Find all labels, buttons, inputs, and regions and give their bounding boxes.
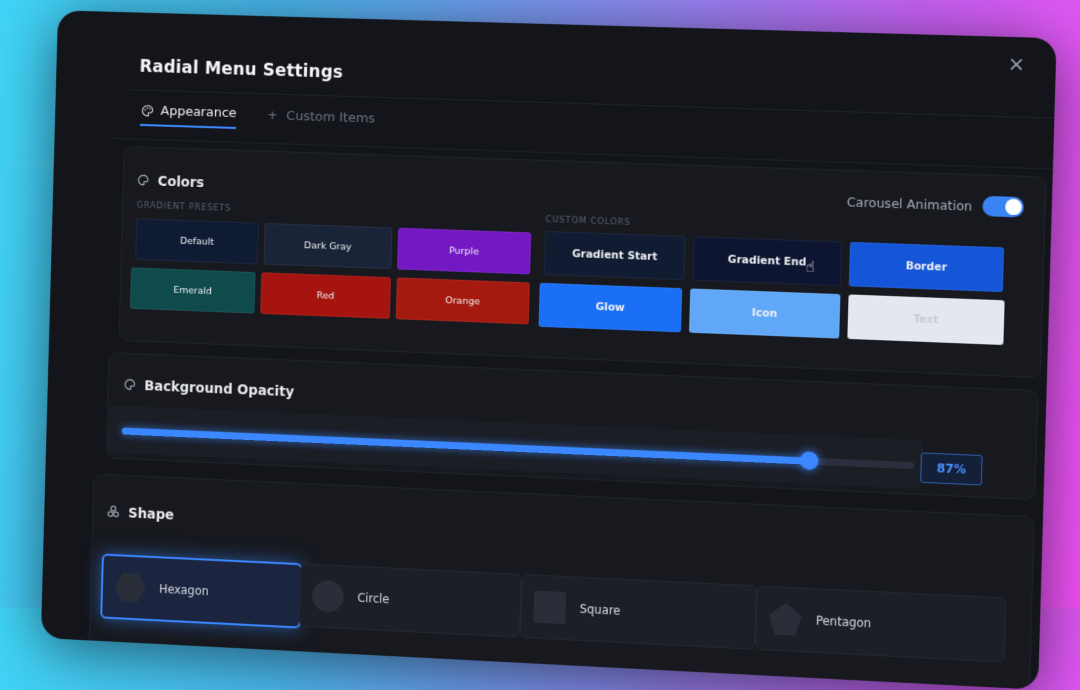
settings-dialog: Radial Menu Settings × Appearance + Cust… — [40, 10, 1057, 690]
tab-label: Custom Items — [286, 108, 376, 127]
carousel-animation-toggle[interactable] — [982, 195, 1025, 218]
custom-border[interactable]: Border — [848, 241, 1005, 293]
swatch-label: Red — [316, 289, 335, 302]
square-icon — [533, 590, 567, 625]
colors-panel: Colors Carousel Animation GRADIENT PRESE… — [118, 146, 1047, 379]
swatch-label: Glow — [595, 300, 625, 315]
hexagon-icon — [114, 571, 146, 604]
toggle-knob — [1005, 198, 1023, 216]
tab-label: Appearance — [160, 103, 237, 122]
opacity-title: Background Opacity — [144, 378, 295, 401]
close-icon: × — [1007, 51, 1026, 77]
shape-title: Shape — [128, 505, 175, 524]
shape-option-pentagon[interactable]: Pentagon — [755, 585, 1007, 663]
tab-appearance[interactable]: Appearance — [139, 103, 237, 129]
shape-option-square[interactable]: Square — [519, 573, 757, 650]
preset-default[interactable]: Default — [135, 218, 259, 265]
colors-title: Colors — [157, 173, 205, 192]
swatch-label: Border — [905, 260, 948, 274]
preset-purple[interactable]: Purple — [397, 227, 532, 275]
shape-label: Hexagon — [158, 581, 209, 599]
shape-option-hexagon[interactable]: Hexagon — [100, 553, 303, 629]
shape-label: Pentagon — [815, 613, 872, 631]
colors-heading: Colors — [137, 173, 204, 191]
custom-colors-label: CUSTOM COLORS — [545, 214, 631, 229]
opacity-slider-thumb[interactable] — [799, 451, 819, 471]
pentagon-icon — [769, 602, 802, 636]
swatch-label: Gradient Start — [571, 247, 658, 264]
tab-bar: Appearance + Custom Items — [139, 103, 375, 133]
carousel-animation-row: Carousel Animation — [846, 191, 1025, 218]
swatch-label: Icon — [751, 306, 778, 320]
custom-gradient-end[interactable]: Gradient End — [692, 236, 842, 287]
shape-option-circle[interactable]: Circle — [298, 563, 522, 638]
custom-icon[interactable]: Icon — [689, 288, 841, 339]
preset-emerald[interactable]: Emerald — [129, 267, 256, 314]
dialog-title: Radial Menu Settings — [139, 56, 344, 83]
shapes-icon — [107, 505, 120, 521]
swatch-label: Text — [912, 313, 939, 327]
carousel-animation-label: Carousel Animation — [846, 193, 973, 214]
swatch-label: Emerald — [173, 284, 212, 297]
opacity-heading: Background Opacity — [124, 377, 294, 400]
swatch-label: Default — [179, 235, 214, 248]
swatch-label: Purple — [448, 244, 480, 258]
gradient-presets-label: GRADIENT PRESETS — [136, 200, 232, 214]
plus-icon: + — [267, 108, 279, 124]
custom-text[interactable]: Text — [847, 294, 1005, 346]
preset-red[interactable]: Red — [260, 272, 391, 319]
swatch-label: Dark Gray — [303, 239, 352, 253]
swatch-label: Gradient End — [727, 253, 807, 269]
shape-label: Circle — [357, 590, 390, 607]
palette-icon — [124, 378, 136, 393]
close-button[interactable]: × — [1004, 51, 1029, 76]
opacity-value: 87% — [920, 452, 983, 486]
preset-dark-gray[interactable]: Dark Gray — [263, 222, 393, 270]
preset-orange[interactable]: Orange — [395, 277, 530, 325]
tab-custom-items[interactable]: + Custom Items — [265, 107, 375, 133]
shape-heading: Shape — [107, 505, 175, 524]
palette-icon — [140, 104, 154, 118]
custom-glow[interactable]: Glow — [538, 282, 683, 333]
shape-panel: Shape Hexagon Circle Square Pentagon — [88, 473, 1035, 690]
hand-cursor-icon: ☝ — [805, 257, 816, 276]
shape-label: Square — [579, 601, 621, 618]
palette-icon — [137, 174, 149, 189]
custom-gradient-start[interactable]: Gradient Start — [543, 230, 686, 281]
swatch-label: Orange — [445, 294, 481, 307]
